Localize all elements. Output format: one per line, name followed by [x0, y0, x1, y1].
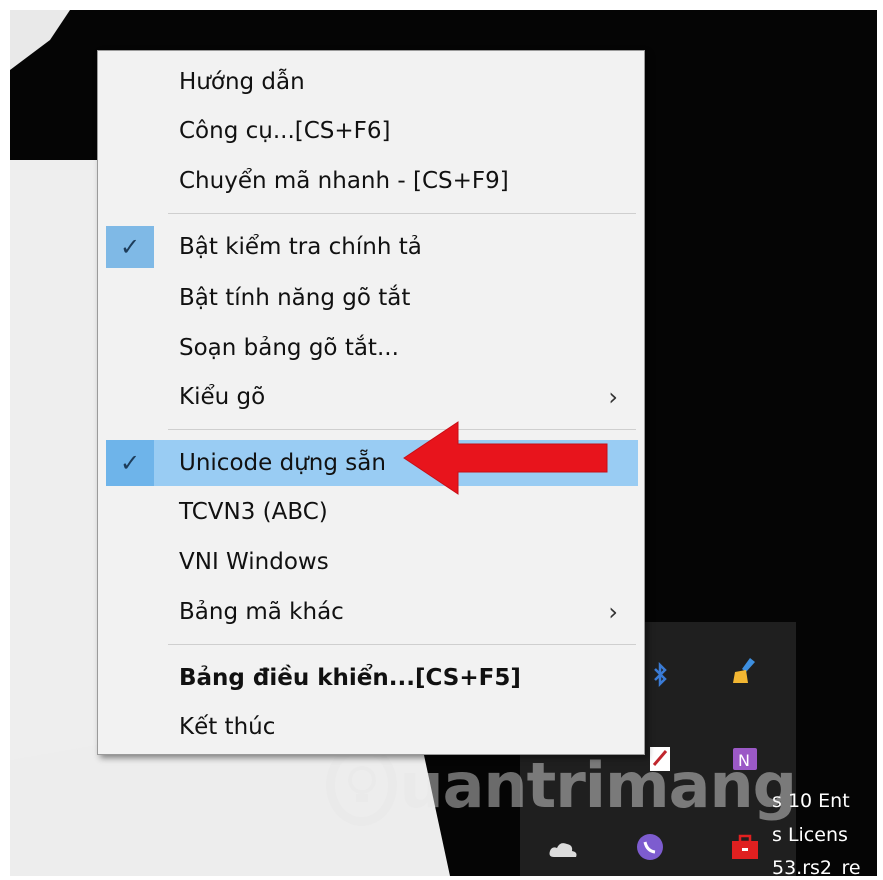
menu-item-kiem-tra-chinh-ta[interactable]: ✓ Bật kiểm tra chính tả [106, 226, 638, 268]
windows-build-text: 53.rs2_re [772, 857, 861, 876]
checkmark-icon: ✓ [106, 440, 154, 486]
onenote-icon[interactable]: N [730, 744, 760, 774]
red-arrow-annotation [403, 421, 608, 495]
check-slot [106, 541, 154, 583]
menu-item-label: Kết thúc [179, 714, 276, 740]
menu-item-label: Hướng dẫn [179, 69, 305, 95]
check-slot [106, 160, 154, 202]
onedrive-cloud-icon[interactable] [548, 834, 578, 864]
menu-item-label: Công cụ...[CS+F6] [179, 118, 391, 144]
menu-item-ket-thuc[interactable]: Kết thúc [106, 706, 638, 748]
pdf-icon[interactable] [645, 744, 675, 774]
menu-item-label: Soạn bảng gõ tắt... [179, 335, 399, 361]
chevron-right-icon: › [608, 598, 618, 626]
menu-item-label: VNI Windows [179, 549, 329, 575]
menu-item-bang-ma-khac[interactable]: Bảng mã khác › [106, 591, 638, 633]
check-slot [106, 657, 154, 699]
checkmark-icon: ✓ [106, 226, 154, 268]
check-slot [106, 327, 154, 369]
menu-item-label: Chuyển mã nhanh - [CS+F9] [179, 168, 509, 194]
bluetooth-icon[interactable] [645, 660, 675, 690]
check-slot [106, 491, 154, 533]
menu-item-go-tat[interactable]: Bật tính năng gõ tắt [106, 277, 638, 319]
menu-item-cong-cu[interactable]: Công cụ...[CS+F6] [106, 110, 638, 152]
svg-text:N: N [738, 751, 750, 770]
menu-item-label: Kiểu gõ [179, 384, 266, 410]
chevron-right-icon: › [608, 383, 618, 411]
menu-item-chuyen-ma-nhanh[interactable]: Chuyển mã nhanh - [CS+F9] [106, 160, 638, 202]
windows-license-text: s Licens [772, 824, 848, 846]
check-slot [106, 61, 154, 103]
windows-edition-text: s 10 Ent [772, 790, 850, 812]
check-slot [106, 706, 154, 748]
check-slot [106, 591, 154, 633]
menu-separator [168, 213, 636, 214]
unikey-context-menu: Hướng dẫn Công cụ...[CS+F6] Chuyển mã nh… [97, 50, 645, 755]
menu-item-label: TCVN3 (ABC) [179, 499, 328, 525]
cleaner-broom-icon[interactable] [730, 656, 760, 686]
menu-item-soan-bang-go-tat[interactable]: Soạn bảng gõ tắt... [106, 327, 638, 369]
check-slot [106, 110, 154, 152]
toolbox-icon[interactable] [730, 832, 760, 862]
check-slot [106, 376, 154, 418]
viber-icon[interactable] [635, 832, 665, 862]
menu-item-label: Bảng mã khác [179, 599, 344, 625]
menu-item-label: Unicode dựng sẵn [179, 450, 386, 476]
check-slot [106, 277, 154, 319]
menu-item-bang-dieu-khien[interactable]: Bảng điều khiển...[CS+F5] [106, 657, 638, 699]
menu-item-kieu-go[interactable]: Kiểu gõ › [106, 376, 638, 418]
menu-item-huong-dan[interactable]: Hướng dẫn [106, 61, 638, 103]
menu-item-vni-windows[interactable]: VNI Windows [106, 541, 638, 583]
menu-separator [168, 644, 636, 645]
menu-item-label: Bảng điều khiển...[CS+F5] [179, 665, 521, 691]
menu-item-label: Bật tính năng gõ tắt [179, 285, 411, 311]
menu-item-label: Bật kiểm tra chính tả [179, 234, 422, 260]
